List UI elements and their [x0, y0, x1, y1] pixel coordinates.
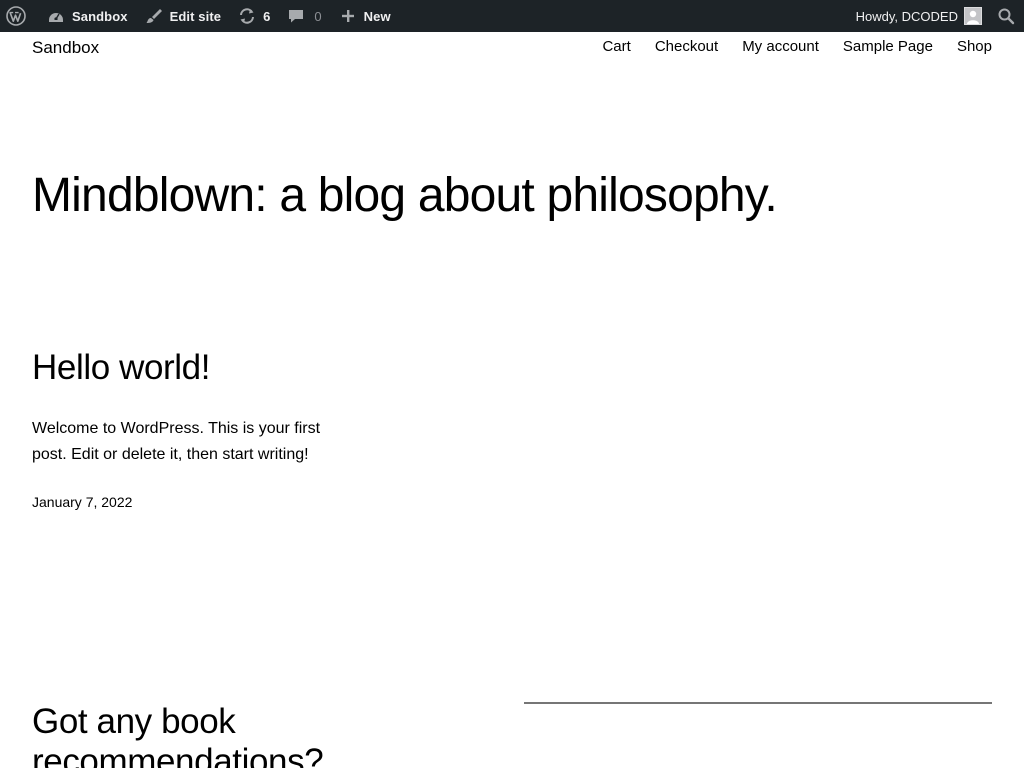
updates-count: 6 — [263, 8, 271, 24]
wordpress-logo-icon — [6, 6, 26, 26]
updates-link[interactable]: 6 — [229, 0, 278, 32]
howdy-label: Howdy, DCODED — [855, 8, 958, 24]
page-heading: Mindblown: a blog about philosophy. — [32, 169, 778, 222]
avatar — [964, 7, 982, 25]
site-name-label: Sandbox — [72, 8, 128, 24]
nav-item-my-account[interactable]: My account — [742, 38, 819, 55]
nav-item-checkout[interactable]: Checkout — [655, 38, 718, 55]
nav-item-cart[interactable]: Cart — [602, 38, 630, 55]
post-title-link[interactable]: Hello world! — [32, 348, 210, 388]
site-title[interactable]: Sandbox — [32, 38, 99, 58]
separator — [524, 702, 992, 704]
post-title-link[interactable]: Got any book recommendations? — [32, 702, 452, 768]
nav-item-shop[interactable]: Shop — [957, 38, 992, 55]
nav-item-sample-page[interactable]: Sample Page — [843, 38, 933, 55]
comments-count: 0 — [314, 8, 322, 24]
plus-icon — [338, 6, 358, 26]
edit-site-label: Edit site — [169, 8, 222, 24]
post-excerpt: Welcome to WordPress. This is your first… — [32, 420, 321, 463]
edit-site-link[interactable]: Edit site — [136, 0, 229, 32]
new-content-menu[interactable]: New — [330, 0, 399, 32]
post-date[interactable]: January 7, 2022 — [32, 494, 132, 510]
comment-bubble-icon — [286, 6, 306, 26]
search-icon — [996, 6, 1016, 26]
primary-navigation: Cart Checkout My account Sample Page Sho… — [602, 38, 992, 55]
new-label: New — [363, 8, 391, 24]
site-name-menu[interactable]: Sandbox — [38, 0, 136, 32]
admin-bar: Sandbox Edit site 6 0 New Howdy, DCODED — [0, 0, 1024, 32]
my-account-menu[interactable]: Howdy, DCODED — [848, 0, 988, 32]
wordpress-menu[interactable] — [0, 0, 38, 32]
updates-icon — [237, 6, 257, 26]
comments-link[interactable]: 0 — [278, 0, 329, 32]
dashboard-icon — [46, 6, 66, 26]
admin-search-button[interactable] — [988, 0, 1024, 32]
brush-icon — [144, 6, 164, 26]
